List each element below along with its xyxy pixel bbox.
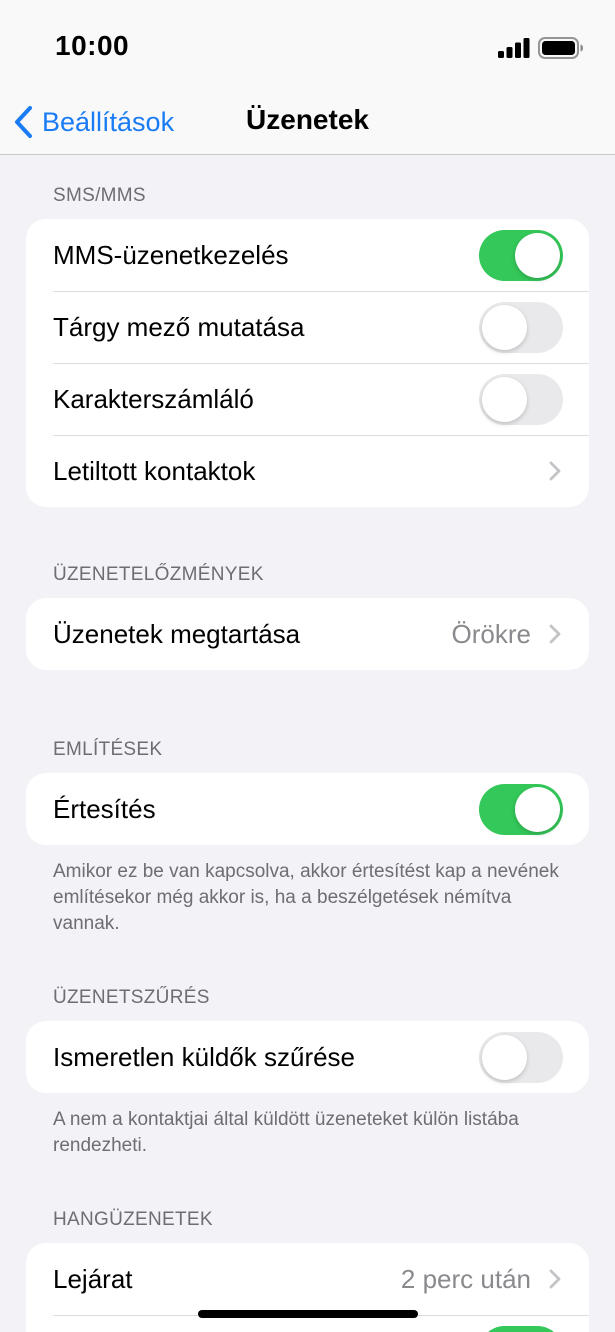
- group-sms: MMS-üzenetkezelés Tárgy mező mutatása Ka…: [26, 219, 589, 507]
- chevron-right-icon: [549, 624, 561, 644]
- notify-me-toggle[interactable]: [479, 783, 563, 835]
- section-header-audio: HANGÜZENETEK: [53, 1209, 213, 1230]
- row-label: Értesítés: [53, 793, 156, 824]
- toggle-knob: [482, 376, 527, 422]
- filtering-footnote: A nem a kontaktjai által küldött üzenete…: [53, 1109, 519, 1156]
- row-value: 2 perc után: [400, 1263, 531, 1294]
- row-label: Üzenetek megtartása: [53, 618, 301, 649]
- row-label: Karakterszámláló: [53, 383, 254, 414]
- navigation-bar: Beállítások Üzenetek: [0, 90, 615, 155]
- section-header-sms: SMS/MMS: [53, 185, 146, 206]
- row-filter-unknown-senders: Ismeretlen küldők szűrése: [26, 1021, 589, 1093]
- group-filtering: Ismeretlen küldők szűrése: [26, 1021, 589, 1093]
- row-show-subject-field: Tárgy mező mutatása: [26, 291, 589, 363]
- chevron-right-icon: [549, 1269, 561, 1289]
- row-mms-messaging: MMS-üzenetkezelés: [26, 219, 589, 291]
- mms-messaging-toggle[interactable]: [479, 229, 563, 281]
- page-title: Üzenetek: [246, 104, 369, 135]
- screen: 10:00 Beállítások Üzenetek SMS/MMS MMS-ü…: [0, 0, 615, 1332]
- section-header-mentions: EMLÍTÉSEK: [53, 739, 163, 760]
- character-count-toggle[interactable]: [479, 373, 563, 425]
- row-notify-me: Értesítés: [26, 773, 589, 845]
- battery-icon: [538, 37, 583, 59]
- row-character-count: Karakterszámláló: [26, 363, 589, 435]
- row-label: Lejárat: [53, 1263, 133, 1294]
- toggle-knob: [515, 232, 560, 278]
- toggle-knob: [515, 786, 560, 832]
- cellular-signal-icon: [498, 38, 530, 58]
- show-subject-field-toggle[interactable]: [479, 301, 563, 353]
- group-mentions: Értesítés: [26, 773, 589, 845]
- row-label: MMS-üzenetkezelés: [53, 239, 289, 270]
- row-value: Örökre: [451, 618, 531, 649]
- row-label: Letiltott kontaktok: [53, 455, 256, 486]
- chevron-right-icon: [549, 461, 561, 481]
- section-header-filtering: ÜZENETSZŰRÉS: [53, 987, 210, 1008]
- group-history: Üzenetek megtartása Örökre: [26, 598, 589, 670]
- filter-unknown-senders-toggle[interactable]: [479, 1031, 563, 1083]
- status-time: 10:00: [55, 30, 130, 61]
- toggle-knob: [482, 304, 527, 350]
- row-label: Ismeretlen küldők szűrése: [53, 1041, 356, 1072]
- toggle-knob: [482, 1034, 527, 1080]
- row-label: Tárgy mező mutatása: [53, 311, 305, 342]
- row-blocked-contacts[interactable]: Letiltott kontaktok: [26, 435, 589, 507]
- section-header-history: ÜZENETELŐZMÉNYEK: [53, 564, 264, 585]
- row-keep-messages[interactable]: Üzenetek megtartása Örökre: [26, 598, 589, 670]
- status-bar: 10:00: [0, 0, 615, 90]
- home-indicator[interactable]: [198, 1310, 418, 1318]
- mentions-footnote: Amikor ez be van kapcsolva, akkor értesí…: [53, 861, 559, 934]
- group-audio: Lejárat 2 perc után: [26, 1243, 589, 1332]
- row-expire[interactable]: Lejárat 2 perc után: [26, 1243, 589, 1315]
